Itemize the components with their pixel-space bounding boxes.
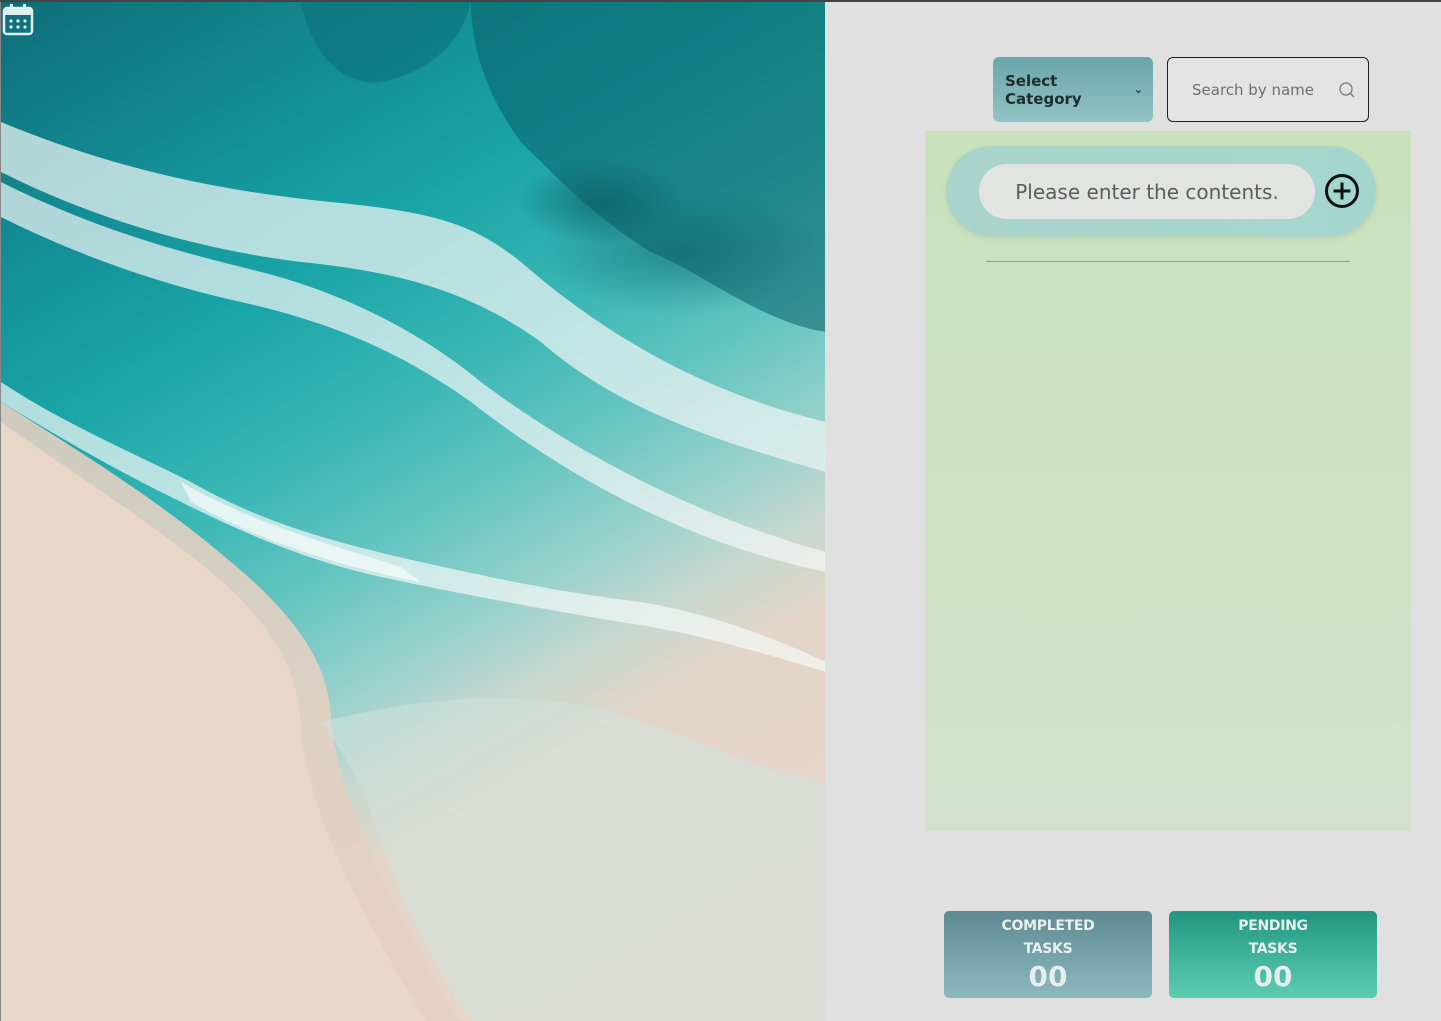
app-root: Select Category ⌄ COMPLETED TASKS 00 PEN <box>0 0 1441 1021</box>
search-icon[interactable] <box>1338 81 1356 99</box>
add-task-bar <box>946 146 1376 236</box>
completed-tasks-card: COMPLETED TASKS 00 <box>944 911 1152 998</box>
pending-tasks-count: 00 <box>1253 960 1293 993</box>
calendar-icon[interactable] <box>1 2 35 36</box>
search-field[interactable] <box>1167 57 1369 122</box>
plus-circle-icon[interactable] <box>1324 173 1360 209</box>
task-list-divider <box>986 261 1350 262</box>
chevron-down-icon: ⌄ <box>1133 83 1143 96</box>
beach-hero-image <box>0 2 825 1021</box>
completed-tasks-count: 00 <box>1028 960 1068 993</box>
task-content-input[interactable] <box>979 164 1315 219</box>
completed-tasks-label-line2: TASKS <box>1023 941 1073 957</box>
pending-tasks-label-line2: TASKS <box>1248 941 1298 957</box>
task-list-panel <box>925 131 1411 831</box>
completed-tasks-label-line1: COMPLETED <box>1001 918 1095 934</box>
toolbar: Select Category ⌄ <box>993 57 1369 122</box>
beach-waves-illustration <box>1 2 825 1021</box>
pending-tasks-label-line1: PENDING <box>1238 918 1308 934</box>
category-select[interactable]: Select Category ⌄ <box>993 57 1153 122</box>
pending-tasks-card: PENDING TASKS 00 <box>1169 911 1377 998</box>
search-input[interactable] <box>1192 80 1322 99</box>
category-select-label: Select Category <box>1005 71 1082 108</box>
